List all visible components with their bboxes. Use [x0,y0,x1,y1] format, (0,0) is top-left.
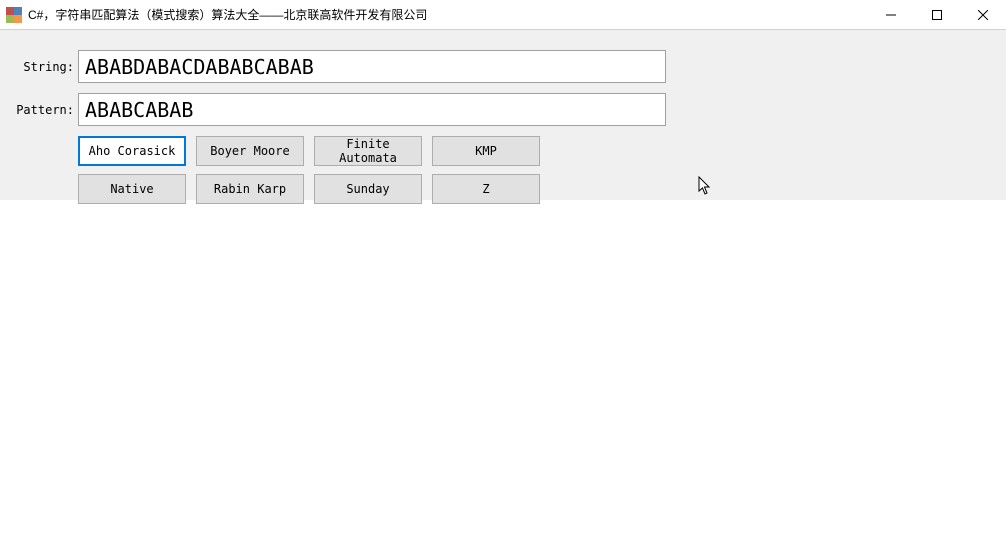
rabin-karp-button[interactable]: Rabin Karp [196,174,304,204]
pattern-label: Pattern: [12,103,78,117]
window-title: C#，字符串匹配算法（模式搜索）算法大全——北京联高软件开发有限公司 [28,6,868,23]
string-row: String: [12,50,994,83]
boyer-moore-button[interactable]: Boyer Moore [196,136,304,166]
sunday-button[interactable]: Sunday [314,174,422,204]
kmp-button[interactable]: KMP [432,136,540,166]
algorithm-buttons: Aho Corasick Boyer Moore Finite Automata… [78,136,994,204]
button-row-1: Aho Corasick Boyer Moore Finite Automata… [78,136,994,166]
string-label: String: [12,60,78,74]
close-button[interactable] [960,0,1006,29]
z-button[interactable]: Z [432,174,540,204]
content-panel: String: Pattern: Aho Corasick Boyer Moor… [0,30,1006,200]
native-button[interactable]: Native [78,174,186,204]
finite-automata-button[interactable]: Finite Automata [314,136,422,166]
output-area [0,200,1006,559]
titlebar: C#，字符串匹配算法（模式搜索）算法大全——北京联高软件开发有限公司 [0,0,1006,30]
minimize-button[interactable] [868,0,914,29]
app-icon [6,7,22,23]
maximize-button[interactable] [914,0,960,29]
window-controls [868,0,1006,29]
aho-corasick-button[interactable]: Aho Corasick [78,136,186,166]
pattern-input[interactable] [78,93,666,126]
pattern-row: Pattern: [12,93,994,126]
string-input[interactable] [78,50,666,83]
